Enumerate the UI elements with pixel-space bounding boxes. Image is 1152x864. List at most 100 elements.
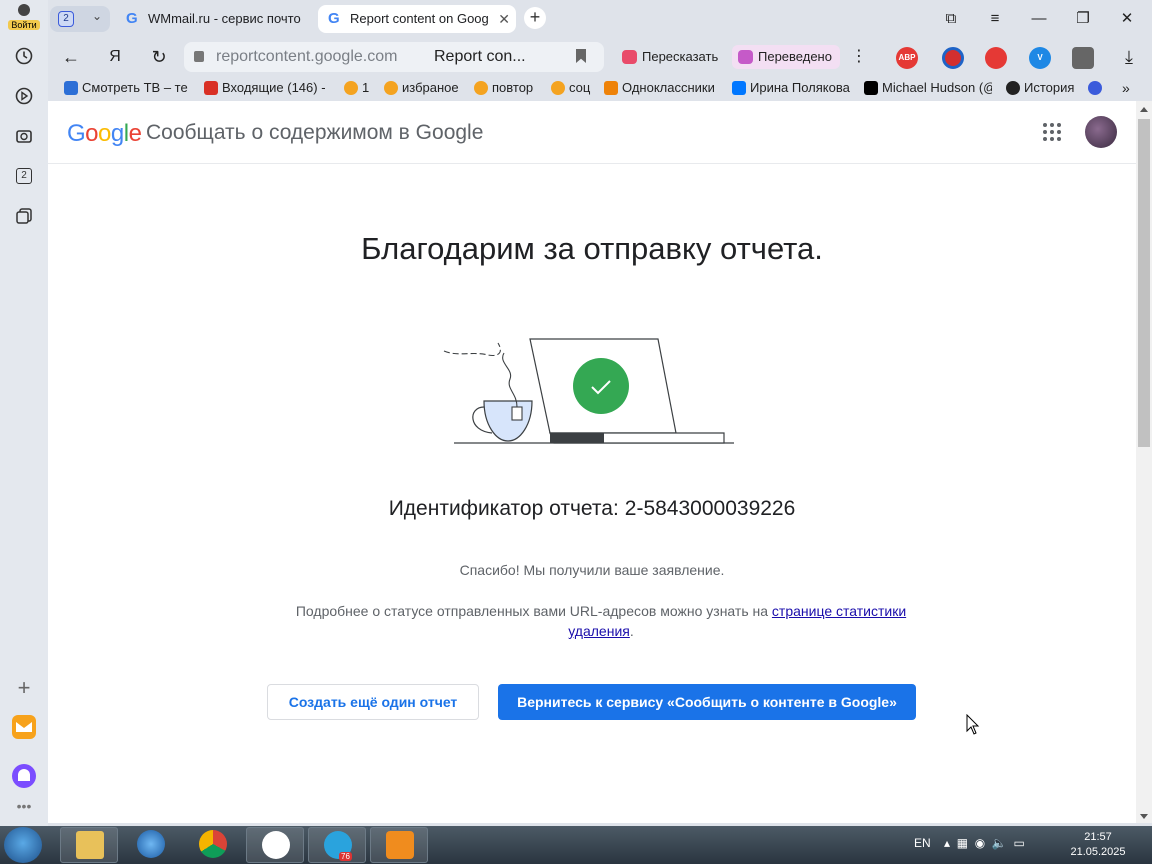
download-icon[interactable]: ⤓ [1116,44,1142,70]
bookmark-label: Входящие (146) - [222,80,326,95]
vk-icon [732,81,746,95]
return-to-service-button[interactable]: Вернитесь к сервису «Сообщить о контенте… [498,684,916,720]
globe-icon [137,830,165,858]
bookmark-item[interactable] [1088,79,1102,97]
tab-title: Report content on Goog [350,11,489,26]
bookmarks-panel-icon[interactable]: ⧉ [936,6,966,32]
tab-count-badge: 2 [58,11,74,27]
x-icon [864,81,878,95]
apps-grid-icon[interactable] [1043,123,1061,141]
system-clock[interactable]: 21:57 21.05.2025 [1062,830,1134,860]
browser-sidebar: Войти 2 + ••• [0,0,48,826]
extension-favicon-icon [1088,81,1102,95]
tab-counter-label: 2 [16,168,32,184]
bookmark-label: 1 [362,80,370,95]
create-another-report-button[interactable]: Создать ещё один отчет [267,684,479,720]
bookmark-item[interactable]: Смотреть ТВ – те [64,79,188,97]
bookmark-item[interactable]: повтор [474,79,533,97]
more-bookmarks-icon[interactable]: » [1122,79,1130,97]
tab-report-content[interactable]: G Report content on Goog ✕ [318,5,516,33]
tab-group-button[interactable]: 2 ⌄ [50,6,110,32]
status-info-prefix: Подробнее о статусе отправленных вами UR… [295,603,772,619]
folder-icon [384,81,398,95]
bookmark-item[interactable]: Входящие (146) - [204,79,326,97]
close-window-button[interactable]: ✕ [1112,6,1142,32]
odnoklassniki-icon [604,81,618,95]
avatar[interactable] [1085,116,1117,148]
windows-taskbar: 76 EN ▴ ▦ ◉ 🔈 ▭ 21:57 21.05.2025 [0,826,1152,864]
media-player-taskbar-button[interactable] [370,827,428,863]
history-icon[interactable] [10,42,38,70]
explorer-taskbar-button[interactable] [60,827,118,863]
start-button[interactable] [4,827,42,863]
bookmark-item[interactable]: 1 [344,79,369,97]
address-bar[interactable]: reportcontent.google.com Report con... [184,42,604,72]
translated-button[interactable]: Переведено [732,45,840,69]
tab-counter-icon[interactable]: 2 [10,162,38,190]
folder-icon [76,831,104,859]
gmail-icon [204,81,218,95]
success-illustration [443,338,734,444]
user-icon [18,4,30,16]
back-button[interactable]: ← [58,44,84,70]
retell-button[interactable]: Пересказать [616,45,726,69]
menu-icon[interactable]: ≡ [980,6,1010,32]
bookmark-label: Смотреть ТВ – те [82,80,188,95]
translated-label: Переведено [758,49,832,64]
kebab-menu-icon[interactable]: ⋮ [846,44,872,70]
play-icon[interactable] [10,82,38,110]
extension-trash-icon[interactable] [985,47,1007,69]
extension-v-icon[interactable]: V [1029,47,1051,69]
tab-wmmail[interactable]: G WMmail.ru - сервис почто [116,5,316,33]
bookmark-item[interactable]: История [1006,79,1074,97]
bookmark-label: избраное [402,80,459,95]
folder-icon [344,81,358,95]
browser-globe-taskbar-button[interactable] [122,827,180,863]
extension-globe-icon[interactable] [942,47,964,69]
yandex-browser-taskbar-button[interactable] [246,827,304,863]
page-title: Сообщать о содержимом в Google [146,121,484,144]
bookmark-label: Ирина Полякова [750,80,850,95]
system-tray[interactable]: ▴ ▦ ◉ 🔈 ▭ [944,836,1025,850]
telegram-taskbar-button[interactable]: 76 [308,827,366,863]
more-icon[interactable]: ••• [10,792,38,820]
new-tab-button[interactable]: + [524,7,546,29]
add-panel-icon[interactable]: + [10,674,38,702]
lock-icon [194,51,204,62]
page-scrollbar[interactable] [1136,101,1152,823]
bookmark-item[interactable]: Michael Hudson (@ [864,79,992,97]
extensions-icon[interactable] [1072,47,1094,69]
folder-icon [474,81,488,95]
language-indicator[interactable]: EN [914,836,931,850]
telegram-unread-badge: 76 [339,852,352,861]
yandex-browser-icon [262,831,290,859]
minimize-button[interactable]: — [1024,6,1054,32]
bookmark-item[interactable]: Одноклассники [604,79,715,97]
report-id-label: Идентификатор отчета: [388,497,619,520]
scrollbar-thumb[interactable] [1138,119,1150,447]
google-favicon-icon: G [328,10,340,27]
close-tab-icon[interactable]: ✕ [498,5,510,33]
bookmark-label: Michael Hudson (@ [882,80,992,95]
login-button[interactable]: Войти [4,4,44,34]
scroll-up-icon[interactable] [1140,107,1148,112]
mail-app-icon[interactable] [10,713,38,741]
bookmarks-bar: Смотреть ТВ – те Входящие (146) - 1 избр… [48,76,1152,100]
bookmark-icon[interactable] [576,49,586,63]
screenshot-icon[interactable] [10,122,38,150]
yandex-button[interactable]: Я [102,44,128,70]
navigation-bar: ← Я ↻ reportcontent.google.com Report co… [48,38,1152,76]
bookmark-item[interactable]: Ирина Полякова [732,79,850,97]
alice-icon[interactable] [10,762,38,790]
restore-button[interactable]: ❐ [1068,6,1098,32]
collections-icon[interactable] [10,202,38,230]
scroll-down-icon[interactable] [1140,814,1148,819]
login-label: Войти [8,20,40,30]
bookmark-item[interactable]: соц [551,79,590,97]
google-logo[interactable]: Google [67,120,142,148]
adblock-plus-icon[interactable]: ABP [896,47,918,69]
reload-button[interactable]: ↻ [146,44,172,70]
chrome-taskbar-button[interactable] [184,827,242,863]
bookmark-item[interactable]: избраное [384,79,459,97]
status-info-text: Подробнее о статусе отправленных вами UR… [266,601,936,641]
